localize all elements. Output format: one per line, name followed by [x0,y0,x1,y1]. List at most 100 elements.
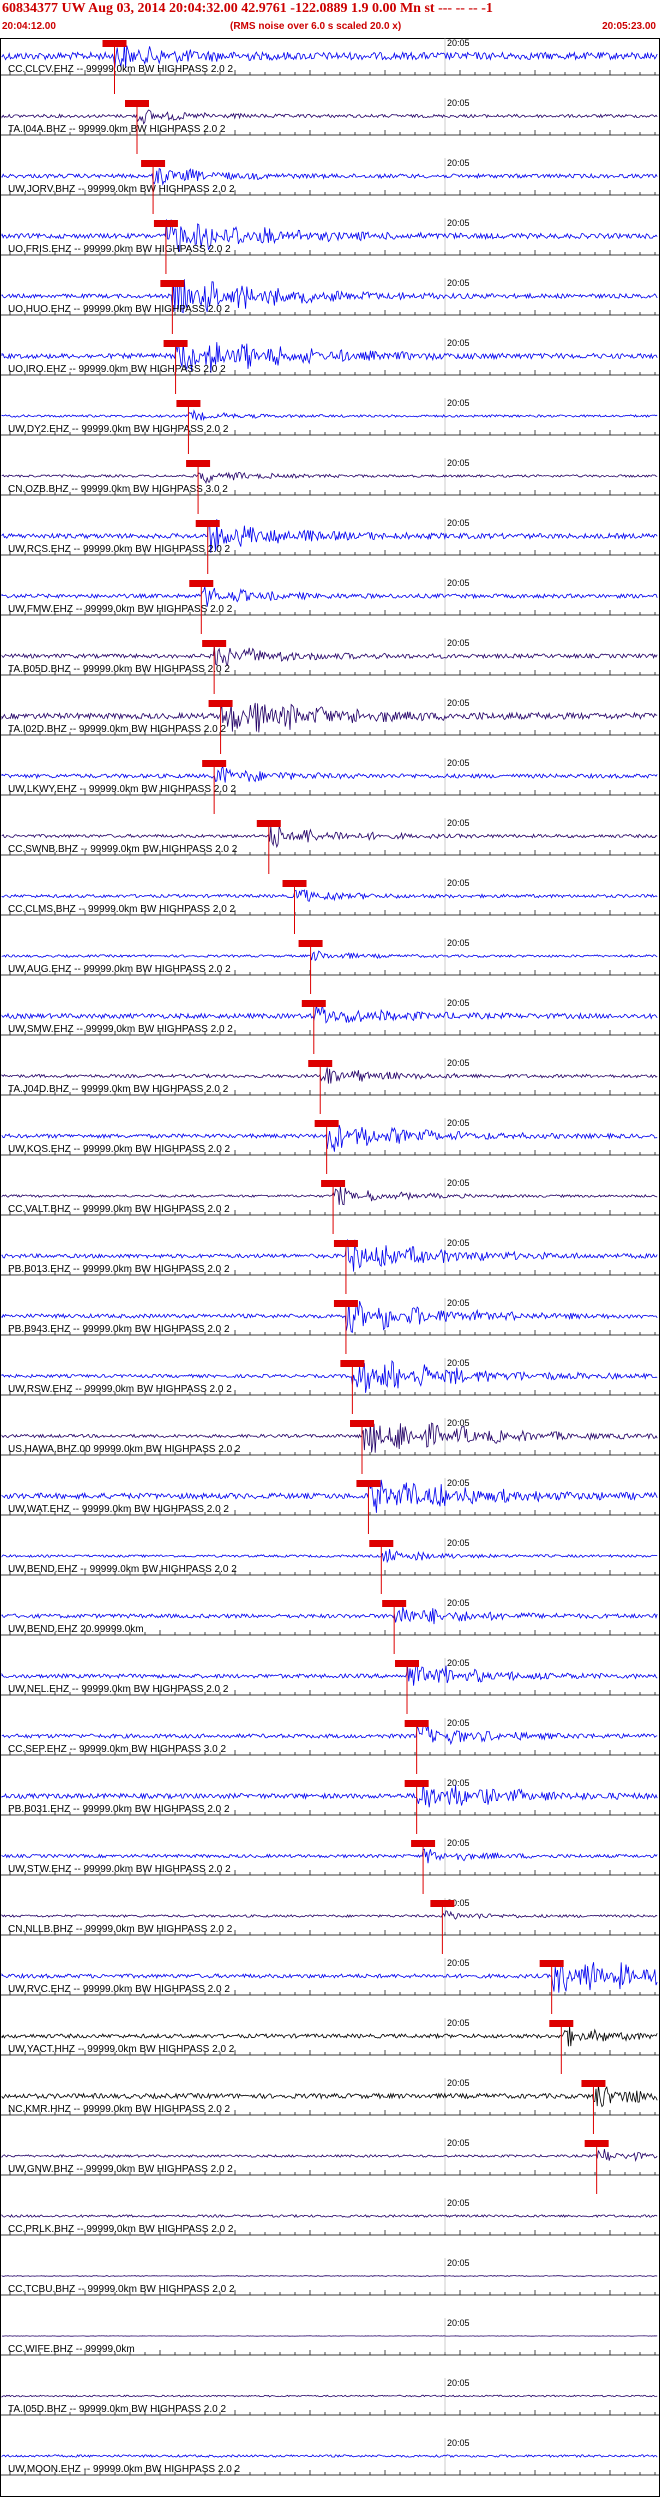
station-label: UW.MOON.EHZ -- 99999.0km BW HIGHPASS 2.0… [8,2464,241,2475]
time-tick-label: 20:05 [447,1058,470,1068]
end-time: 20:05:23.00 [602,21,656,32]
station-label: PB.B943.EHZ -- 99999.0km BW HIGHPASS 2.0… [8,1324,230,1335]
time-tick-label: 20:05 [447,458,470,468]
station-label: CC.CLCV.EHZ -- 99999.0km BW HIGHPASS 2.0… [8,64,234,75]
trace-19: 20:05 CC.VALT.BHZ -- 99999.0km BW HIGHPAS… [0,1178,660,1234]
time-tick-label: 20:05 [447,398,470,408]
time-tick-label: 20:05 [447,998,470,1008]
station-label: TA.I02D.BHZ -- 99999.0km BW HIGHPASS 2.0… [8,724,226,735]
station-label: UW.STW.EHZ -- 99999.0km BW HIGHPASS 2.0 … [8,1864,231,1875]
station-label: UW.NEL.EHZ -- 99999.0km BW HIGHPASS 2.0 … [8,1684,229,1695]
station-label: UW.YACT.HHZ -- 99999.0km BW HIGHPASS 2.0… [8,2044,235,2055]
station-label: UO.IRO.EHZ -- 99999.0km BW HIGHPASS 2.0 … [8,364,226,375]
trace-29: 20:05 PB.B031.EHZ -- 99999.0km BW HIGHPAS… [0,1778,660,1834]
station-label: UW.BEND.EHZ 20.99999.0km [8,1624,144,1635]
trace-18: 20:05 UW.KOS.EHZ -- 99999.0km BW HIGHPASS… [0,1118,660,1174]
station-label: UW.KOS.EHZ -- 99999.0km BW HIGHPASS 2.0 … [8,1144,231,1155]
trace-22: 20:05 UW.RSW.EHZ -- 99999.0km BW HIGHPASS… [0,1358,660,1414]
station-label: UW.BEND.EHZ -- 99999.0km BW HIGHPASS 2.0… [8,1564,237,1575]
waveform [1,109,658,125]
station-label: NC.KMR.HHZ -- 99999.0km BW HIGHPASS 2.0 … [8,2104,231,2115]
trace-4: 20:05 UO.HUO.EHZ -- 99999.0km BW HIGHPASS… [0,278,660,334]
trace-5: 20:05 UO.IRO.EHZ -- 99999.0km BW HIGHPASS… [0,338,660,394]
time-tick-label: 20:05 [447,1238,470,1248]
time-tick-label: 20:05 [447,1658,470,1668]
trace-3: 20:05 UO.FRIS.EHZ -- 99999.0km BW HIGHPAS… [0,218,660,274]
waveform [1,1848,658,1864]
trace-33: 20:05 UW.YACT.HHZ -- 99999.0km BW HIGHPAS… [0,2018,660,2074]
trace-16: 20:05 UW.SMW.EHZ -- 99999.0km BW HIGHPASS… [0,998,660,1054]
time-tick-label: 20:05 [447,2318,470,2328]
waveform [1,1549,658,1564]
trace-0: 20:05 CC.CLCV.EHZ -- 99999.0km BW HIGHPAS… [0,38,660,94]
waveform [1,1606,658,1625]
waveform [1,2394,658,2398]
waveform [1,167,658,186]
waveform [1,646,658,666]
time-tick-label: 20:05 [447,818,470,828]
time-tick-label: 20:05 [447,218,470,228]
station-label: UO.FRIS.EHZ -- 99999.0km BW HIGHPASS 2.0… [8,244,231,255]
station-label: TA.J04D.BHZ -- 99999.0km BW HIGHPASS 2.0… [8,1084,229,1095]
trace-11: 20:05 TA.I02D.BHZ -- 99999.0km BW HIGHPAS… [0,698,660,754]
trace-24: 20:05 UW.WAT.EHZ -- 99999.0km BW HIGHPASS… [0,1478,660,1534]
time-tick-label: 20:05 [447,2138,470,2148]
time-tick-label: 20:05 [447,1718,470,1728]
station-label: UW.FMW.EHZ -- 99999.0km BW HIGHPASS 2.0 … [8,604,233,615]
time-tick-label: 20:05 [447,1598,470,1608]
time-tick-label: 20:05 [447,1778,470,1788]
station-label: CN.NLLB.BHZ -- 99999.0km BW HIGHPASS 2.0… [8,1924,233,1935]
trace-12: 20:05 UW.LKWY.EHZ -- 99999.0km BW HIGHPAS… [0,758,660,814]
time-tick-label: 20:05 [447,518,470,528]
station-label: US.HAWA.BHZ.00 99999.0km BW HIGHPASS 2.0… [8,1444,241,1455]
trace-28: 20:05 CC.SEP.EHZ -- 99999.0km BW HIGHPASS… [0,1718,660,1774]
trace-7: 20:05 CN.OZB.BHZ -- 99999.0km BW HIGHPASS… [0,458,660,514]
station-label: TA.B05D.BHZ -- 99999.0km BW HIGHPASS 2.0… [8,664,230,675]
station-label: PB.B013.EHZ -- 99999.0km BW HIGHPASS 2.0… [8,1264,230,1275]
waveform [1,1910,658,1920]
station-label: CN.OZB.BHZ -- 99999.0km BW HIGHPASS 3.0 … [8,484,228,495]
waveform [1,2149,658,2163]
trace-35: 20:05 UW.GNW.BHZ -- 99999.0km BW HIGHPASS… [0,2138,660,2194]
station-label: UW.WAT.EHZ -- 99999.0km BW HIGHPASS 2.0 … [8,1504,229,1515]
time-tick-label: 20:05 [447,578,470,588]
station-label: UW.LKWY.EHZ -- 99999.0km BW HIGHPASS 2.0… [8,784,236,795]
time-tick-label: 20:05 [447,2078,470,2088]
trace-32: 20:05 UW.RVC.EHZ -- 99999.0km BW HIGHPASS… [0,1958,660,2014]
time-tick-label: 20:05 [447,2438,470,2448]
waveform [1,1662,658,1686]
trace-30: 20:05 UW.STW.EHZ -- 99999.0km BW HIGHPASS… [0,1838,660,1894]
waveform [1,2275,658,2277]
station-label: UW.RVC.EHZ -- 99999.0km BW HIGHPASS 2.0 … [8,1984,230,1995]
time-tick-label: 20:05 [447,278,470,288]
trace-36: 20:05 CC.PRLK.BHZ -- 99999.0km BW HIGHPAS… [0,2198,660,2236]
waveform [1,2213,658,2218]
waveform [1,764,658,783]
trace-39: 20:05 TA.I05D.BHZ -- 99999.0km BW HIGHPAS… [0,2378,660,2416]
trace-14: 20:05 CC.CLMS.BHZ -- 99999.0km BW HIGHPAS… [0,878,660,934]
time-tick-label: 20:05 [447,2018,470,2028]
station-label: CC.SEP.EHZ -- 99999.0km BW HIGHPASS 3.0 … [8,1744,226,1755]
trace-31: 20:05CN.NLLB.BHZ -- 99999.0km BW HIGHPAS… [0,1898,660,1954]
trace-6: 20:05 UW.DY2.EHZ -- 99999.0km BW HIGHPASS… [0,398,660,454]
header: 60834377 UW Aug 03, 2014 20:04:32.00 42.… [0,0,660,39]
station-label: UW.GNW.BHZ -- 99999.0km BW HIGHPASS 2.0 … [8,2164,233,2175]
station-label: UW.DY2.EHZ -- 99999.0km BW HIGHPASS 2.0 … [8,424,229,435]
trace-15: 20:05 UW.AUG.EHZ -- 99999.0km BW HIGHPASS… [0,938,660,994]
time-tick-label: 20:05 [447,758,470,768]
waveform [1,1185,658,1206]
time-tick-label: 20:05 [447,1358,470,1368]
time-tick-label: 20:05 [447,2198,470,2208]
time-tick-label: 20:05 [447,1478,470,1488]
station-label: UO.HUO.EHZ -- 99999.0km BW HIGHPASS 2.0 … [8,304,231,315]
rms-note: (RMS noise over 6.0 s scaled 20.0 x) [230,21,402,32]
time-tick-label: 20:05 [447,698,470,708]
trace-37: 20:05 CC.TCBU.BHZ -- 99999.0km BW HIGHPAS… [0,2258,660,2296]
trace-40: 20:05 UW.MOON.EHZ -- 99999.0km BW HIGHPAS… [0,2438,660,2476]
station-label: TA.I05D.BHZ -- 99999.0km BW HIGHPASS 2.0… [8,2404,226,2415]
trace-25: 20:05 UW.BEND.EHZ -- 99999.0km BW HIGHPAS… [0,1538,660,1594]
waveform [1,471,658,485]
time-tick-label: 20:05 [447,878,470,888]
station-label: UW.AUG.EHZ -- 99999.0km BW HIGHPASS 2.0 … [8,964,231,975]
time-tick-label: 20:05 [447,1418,470,1428]
